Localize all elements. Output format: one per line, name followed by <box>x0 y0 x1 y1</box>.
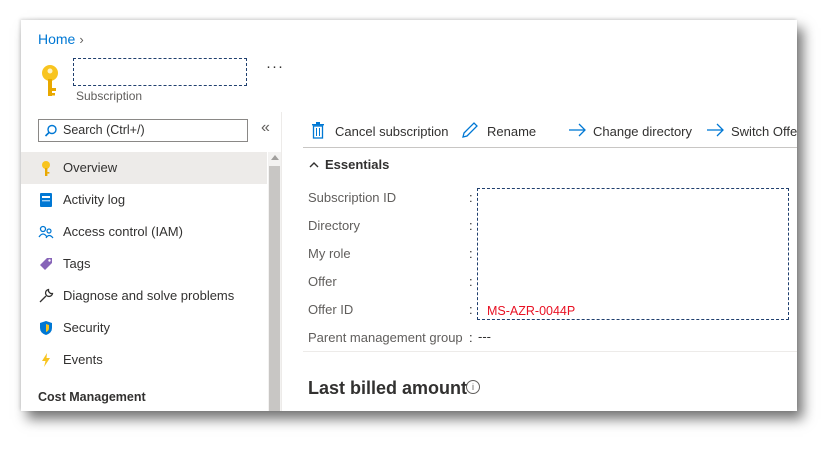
sidebar-item-label: Events <box>63 352 103 367</box>
sidebar-item-access-control[interactable]: Access control (IAM) <box>21 216 267 248</box>
scroll-thumb[interactable] <box>269 166 280 411</box>
collapse-menu-button[interactable]: « <box>261 119 270 137</box>
label-directory: Directory <box>308 218 361 233</box>
sidebar-item-diagnose[interactable]: Diagnose and solve problems <box>21 280 267 312</box>
label-parent-management-group: Parent management group <box>308 330 463 345</box>
sidebar-item-label: Access control (IAM) <box>63 224 183 239</box>
shield-icon <box>40 321 52 335</box>
label-offer: Offer <box>308 274 337 289</box>
sidebar-item-tags[interactable]: Tags <box>21 248 267 280</box>
search-icon <box>44 124 57 137</box>
subscription-key-icon <box>42 65 58 96</box>
offer-id-value: MS-AZR-0044P <box>487 304 576 318</box>
sidebar-item-label: Tags <box>63 256 91 271</box>
resource-type-label: Subscription <box>76 89 143 103</box>
colon: : <box>469 274 473 289</box>
breadcrumb: Home › <box>38 31 84 47</box>
label-my-role: My role <box>308 246 351 261</box>
parent-group-value: --- <box>478 329 491 344</box>
breadcrumb-home-link[interactable]: Home <box>38 31 75 47</box>
colon: : <box>469 330 473 345</box>
scroll-up-arrow-icon[interactable] <box>271 155 279 160</box>
essentials-values-redacted-box <box>477 188 789 320</box>
essentials-toggle[interactable]: Essentials <box>309 157 389 172</box>
colon: : <box>469 218 473 233</box>
content-separator <box>281 112 282 411</box>
sidebar-item-activity-log[interactable]: Activity log <box>21 184 267 216</box>
sidebar-item-label: Overview <box>63 160 118 175</box>
chevron-right-icon: › <box>79 32 84 47</box>
wrench-icon <box>39 288 54 303</box>
tag-icon <box>40 258 52 270</box>
arrow-right-icon <box>707 123 724 137</box>
sidebar-item-label: Security <box>63 320 110 335</box>
resource-name-redacted-box <box>73 58 247 86</box>
essentials-divider <box>303 351 797 352</box>
people-icon <box>38 225 54 239</box>
nav-scrollbar[interactable] <box>268 152 281 411</box>
essentials-header: Essentials <box>325 157 390 172</box>
sidebar-item-events[interactable]: Events <box>21 344 267 376</box>
info-icon[interactable]: i <box>466 380 480 394</box>
nav-section-cost-management: Cost Management <box>38 390 146 404</box>
sidebar-item-overview[interactable]: Overview <box>21 152 267 184</box>
search-placeholder: Search (Ctrl+/) <box>63 123 145 137</box>
trash-icon <box>312 122 324 139</box>
pencil-icon <box>462 122 478 138</box>
toolbar-divider <box>303 147 797 148</box>
search-input[interactable]: Search (Ctrl+/) <box>38 119 248 142</box>
rename-label: Rename <box>487 124 537 139</box>
key-icon <box>42 161 50 176</box>
cancel-subscription-label: Cancel subscription <box>335 124 449 139</box>
left-nav: Overview Activity log Access control (IA… <box>21 152 267 376</box>
more-options-button[interactable]: ··· <box>266 58 284 75</box>
label-offer-id: Offer ID <box>308 302 354 317</box>
sidebar-item-label: Diagnose and solve problems <box>63 288 235 303</box>
lightning-icon <box>42 353 50 367</box>
sidebar-item-label: Activity log <box>63 192 126 207</box>
colon: : <box>469 246 473 261</box>
label-subscription-id: Subscription ID <box>308 190 397 205</box>
arrow-right-icon <box>569 123 586 137</box>
chevron-up-icon <box>309 157 319 172</box>
subscription-blade: Home › Subscription ··· Search (Ctrl+/) «… <box>21 20 797 411</box>
sidebar-item-security[interactable]: Security <box>21 312 267 344</box>
colon: : <box>469 190 473 205</box>
activity-log-icon <box>40 193 52 207</box>
last-billed-heading: Last billed amount <box>308 378 468 398</box>
change-directory-label: Change directory <box>593 124 692 139</box>
colon: : <box>469 302 473 317</box>
switch-offer-label: Switch Offer <box>731 124 797 139</box>
